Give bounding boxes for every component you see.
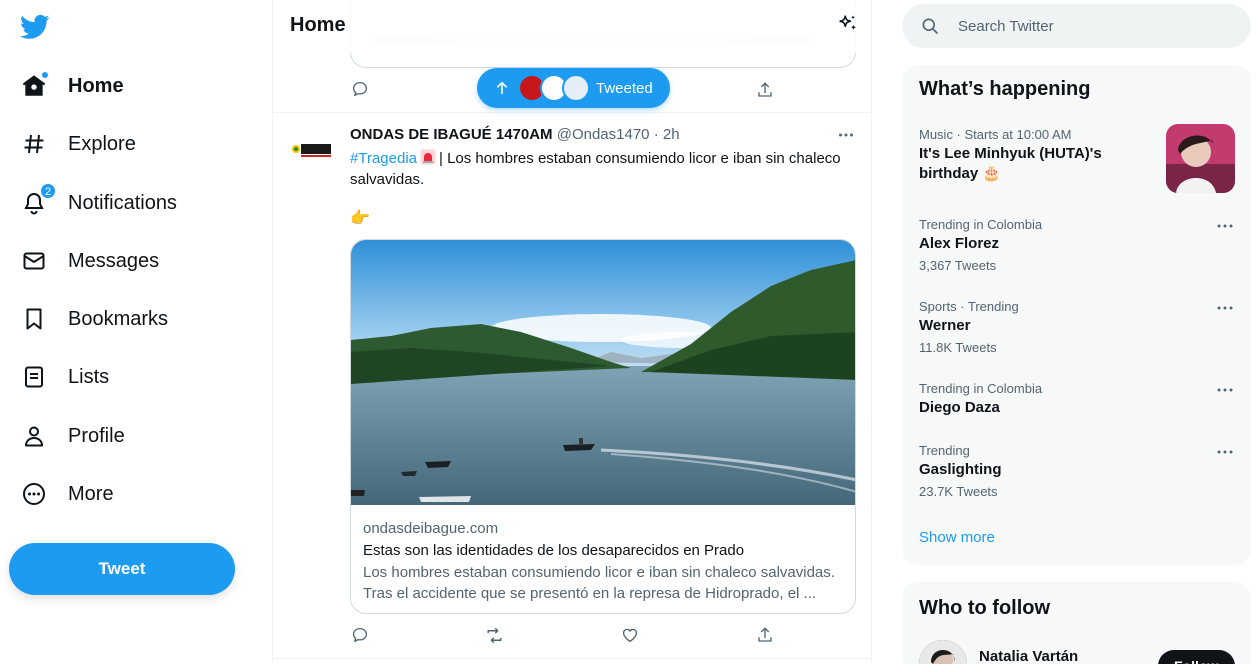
share-icon[interactable] bbox=[755, 625, 775, 645]
timeline-header: Home bbox=[273, 0, 871, 53]
reply-icon[interactable] bbox=[350, 625, 370, 645]
search-input[interactable] bbox=[958, 17, 1228, 35]
nav-lists-label: Lists bbox=[68, 365, 110, 388]
left-sidebar: Home Explore 2 Notifications Messages Bo… bbox=[0, 0, 272, 664]
ondas-logo-icon bbox=[292, 144, 331, 157]
card-domain: ondasdeibague.com bbox=[363, 520, 499, 537]
siren-emoji-icon bbox=[420, 149, 436, 165]
separator: · bbox=[653, 126, 659, 143]
nav-bookmarks[interactable]: Bookmarks bbox=[20, 299, 168, 339]
trend-thumbnail bbox=[1166, 124, 1235, 193]
hashtag-link[interactable]: #Tragedia bbox=[350, 150, 417, 167]
nav-bookmarks-label: Bookmarks bbox=[68, 307, 169, 330]
lake-photo bbox=[351, 240, 855, 505]
card-description: Los hombres estaban consumiendo licor e … bbox=[363, 564, 835, 602]
follow-button[interactable]: Follow bbox=[1158, 650, 1235, 664]
nav-explore[interactable]: Explore bbox=[20, 124, 136, 164]
nav-profile-label: Profile bbox=[68, 424, 125, 447]
trend-item[interactable]: Trending Gaslighting 23.7K Tweets bbox=[919, 443, 1235, 499]
trend-item[interactable]: Sports · Trending Werner 11.8K Tweets bbox=[919, 299, 1235, 355]
pill-label: Tweeted bbox=[596, 79, 653, 97]
list-icon bbox=[20, 363, 48, 391]
divider bbox=[273, 112, 871, 113]
link-card[interactable]: ondasdeibague.com Estas son las identida… bbox=[350, 239, 856, 614]
trend-item[interactable]: Trending in Colombia Alex Florez 3,367 T… bbox=[919, 217, 1235, 273]
nav-notifications[interactable]: 2 Notifications bbox=[20, 183, 177, 223]
tweet-header: ONDAS DE IBAGUÉ 1470AM @Ondas1470 · 2h bbox=[350, 126, 680, 143]
trend-meta: Trending in Colombia bbox=[919, 217, 1043, 232]
card-title: Estas son las identidades de los desapar… bbox=[363, 542, 745, 559]
card-text: ondasdeibague.com Estas son las identida… bbox=[363, 518, 843, 604]
author-avatar[interactable] bbox=[289, 127, 337, 175]
trend-meta: Trending bbox=[919, 443, 970, 458]
retweet-icon[interactable] bbox=[484, 625, 504, 645]
nav-home-label: Home bbox=[68, 74, 124, 97]
person-icon bbox=[20, 422, 48, 450]
nav-explore-label: Explore bbox=[68, 132, 136, 155]
sparkle-icon[interactable] bbox=[837, 13, 859, 35]
nav-profile[interactable]: Profile bbox=[20, 416, 125, 456]
pill-avatars bbox=[518, 72, 590, 104]
suggested-user-name[interactable]: Natalia Vartán bbox=[979, 648, 1078, 664]
more-options-icon[interactable] bbox=[835, 125, 857, 145]
trend-more-icon[interactable] bbox=[1215, 219, 1235, 233]
divider bbox=[273, 658, 871, 659]
nav-messages-label: Messages bbox=[68, 249, 160, 272]
right-sidebar: What’s happening Music · Starts at 10:00… bbox=[872, 0, 1257, 664]
twitter-logo-icon[interactable] bbox=[20, 12, 50, 42]
trend-count: 11.8K Tweets bbox=[919, 340, 997, 355]
who-to-follow-title: Who to follow bbox=[919, 597, 1051, 619]
trend-more-icon[interactable] bbox=[1215, 445, 1235, 459]
author-name[interactable]: ONDAS DE IBAGUÉ 1470AM bbox=[350, 126, 553, 143]
bell-icon: 2 bbox=[20, 183, 56, 217]
nav-more-label: More bbox=[68, 482, 114, 505]
like-icon[interactable] bbox=[620, 625, 640, 645]
main-timeline: Home Tweeted ONDAS DE IBAGUÉ 1470AM @Ond… bbox=[272, 0, 872, 664]
nav-more[interactable]: More bbox=[20, 474, 114, 514]
bookmark-icon bbox=[20, 305, 48, 333]
envelope-icon bbox=[20, 247, 48, 275]
avatar bbox=[562, 74, 590, 102]
trend-name: Diego Daza bbox=[919, 399, 1000, 416]
nav-home[interactable]: Home bbox=[20, 66, 124, 106]
trend-more-icon[interactable] bbox=[1215, 383, 1235, 397]
page-title: Home bbox=[290, 14, 346, 36]
trend-count: 23.7K Tweets bbox=[919, 484, 998, 499]
who-to-follow-panel: Who to follow Natalia Vartán Follow bbox=[902, 582, 1251, 664]
trend-meta: Sports · Trending bbox=[919, 299, 1019, 314]
trend-name: Gaslighting bbox=[919, 461, 1002, 478]
notification-count-badge: 2 bbox=[40, 183, 56, 199]
avatar[interactable] bbox=[919, 640, 967, 664]
trend-meta: Trending in Colombia bbox=[919, 381, 1043, 396]
nav-messages[interactable]: Messages bbox=[20, 241, 159, 281]
share-icon[interactable] bbox=[755, 80, 775, 100]
show-more-link[interactable]: Show more bbox=[919, 529, 995, 546]
more-circle-icon bbox=[20, 480, 48, 508]
trend-name: Alex Florez bbox=[919, 235, 1000, 252]
tweet-time[interactable]: 2h bbox=[663, 126, 680, 143]
search-icon bbox=[922, 18, 939, 35]
new-tweets-pill[interactable]: Tweeted bbox=[477, 68, 670, 108]
trend-item[interactable]: Trending in Colombia Diego Daza bbox=[919, 381, 1235, 418]
tweet-text: #Tragedia | Los hombres estaban consumien… bbox=[350, 148, 856, 190]
reply-icon[interactable] bbox=[350, 79, 370, 99]
trend-more-icon[interactable] bbox=[1215, 301, 1235, 315]
nav-notifications-label: Notifications bbox=[68, 191, 177, 214]
pointing-emoji: 👉 bbox=[350, 210, 370, 227]
trend-name: It's Lee Minhyuk (HUTA)'s birthday 🎂 bbox=[919, 145, 1102, 182]
arrow-up-icon bbox=[496, 81, 508, 94]
whats-happening-title: What’s happening bbox=[919, 78, 1091, 100]
trend-name: Werner bbox=[919, 317, 971, 334]
unread-dot-icon bbox=[41, 71, 49, 79]
home-icon bbox=[20, 71, 49, 100]
tweet-button[interactable]: Tweet bbox=[9, 543, 235, 595]
hashtag-icon bbox=[20, 130, 48, 158]
search-box[interactable] bbox=[902, 4, 1251, 48]
nav-lists[interactable]: Lists bbox=[20, 357, 109, 397]
whats-happening-panel: What’s happening Music · Starts at 10:00… bbox=[902, 65, 1251, 565]
author-handle[interactable]: @Ondas1470 bbox=[557, 126, 650, 143]
trend-count: 3,367 Tweets bbox=[919, 258, 997, 273]
